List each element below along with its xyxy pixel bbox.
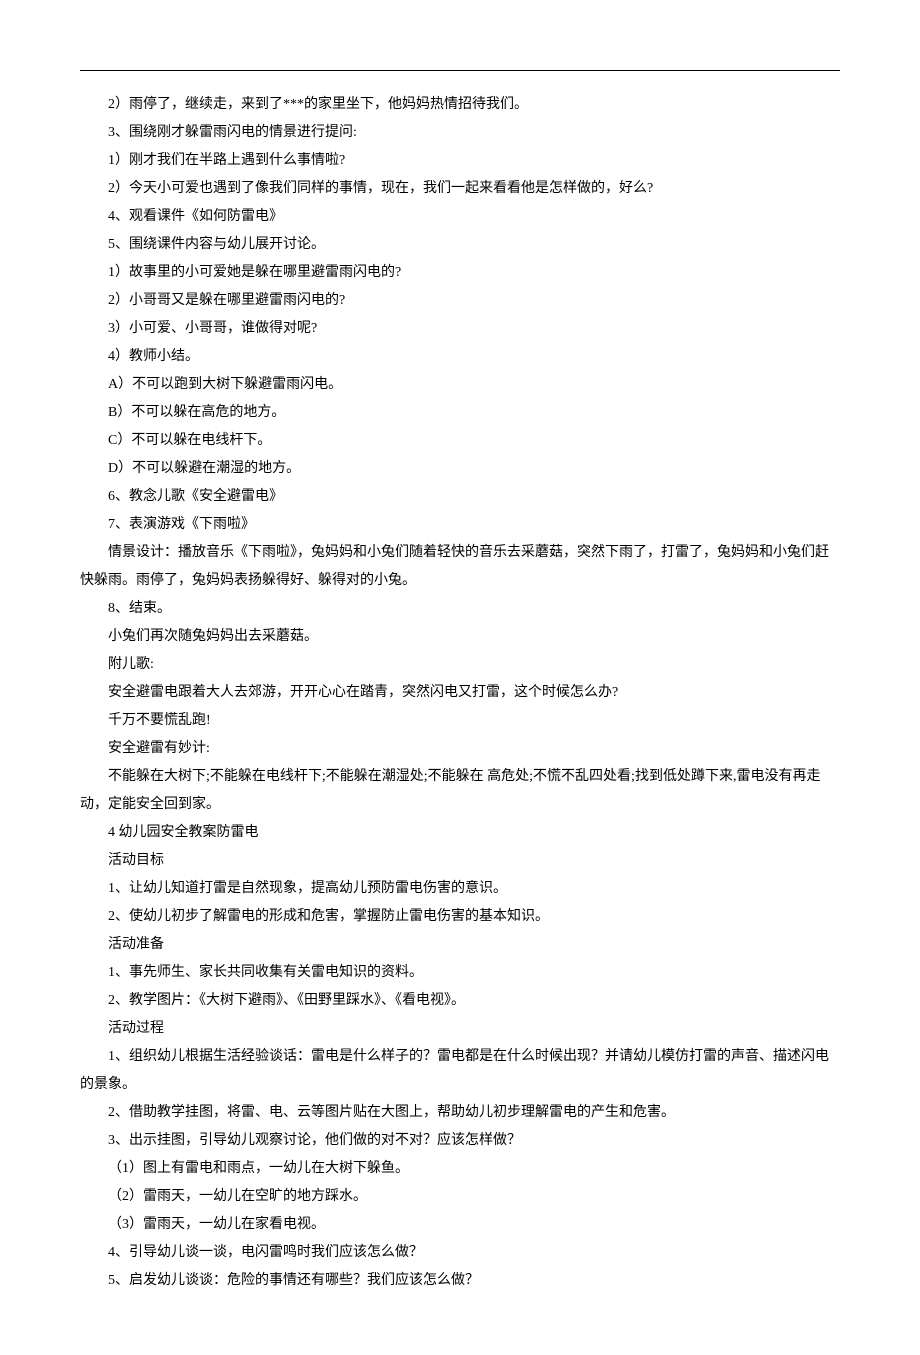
body-line: 情景设计：播放音乐《下雨啦》，兔妈妈和小兔们随着轻快的音乐去采蘑菇，突然下雨了，… (80, 539, 840, 595)
body-line: 1、组织幼儿根据生活经验谈话：雷电是什么样子的？雷电都是在什么时候出现？并请幼儿… (80, 1043, 840, 1099)
body-line: 2、教学图片：《大树下避雨》、《田野里踩水》、《看电视》。 (80, 987, 840, 1015)
body-line: A）不可以跑到大树下躲避雷雨闪电。 (80, 371, 840, 399)
body-line: 5、围绕课件内容与幼儿展开讨论。 (80, 231, 840, 259)
body-line: B）不可以躲在高危的地方。 (80, 399, 840, 427)
body-line: 2）雨停了，继续走，来到了***的家里坐下，他妈妈热情招待我们。 (80, 91, 840, 119)
body-line: 2）小哥哥又是躲在哪里避雷雨闪电的? (80, 287, 840, 315)
body-line: 4 幼儿园安全教案防雷电 (80, 819, 840, 847)
body-line: 3）小可爱、小哥哥，谁做得对呢? (80, 315, 840, 343)
body-line: 安全避雷有妙计: (80, 735, 840, 763)
body-line: 安全避雷电跟着大人去郊游，开开心心在踏青，突然闪电又打雷，这个时候怎么办? (80, 679, 840, 707)
body-line: C）不可以躲在电线杆下。 (80, 427, 840, 455)
document-page: 2）雨停了，继续走，来到了***的家里坐下，他妈妈热情招待我们。 3、围绕刚才躲… (0, 0, 920, 1355)
body-line: 2、使幼儿初步了解雷电的形成和危害，掌握防止雷电伤害的基本知识。 (80, 903, 840, 931)
body-line: 活动目标 (80, 847, 840, 875)
header-rule (80, 70, 840, 71)
body-line: 6、教念儿歌《安全避雷电》 (80, 483, 840, 511)
body-line: 2、借助教学挂图，将雷、电、云等图片贴在大图上，帮助幼儿初步理解雷电的产生和危害… (80, 1099, 840, 1127)
body-line: 7、表演游戏《下雨啦》 (80, 511, 840, 539)
body-line: 活动准备 (80, 931, 840, 959)
body-line: 1、让幼儿知道打雷是自然现象，提高幼儿预防雷电伤害的意识。 (80, 875, 840, 903)
body-line: 4、引导幼儿谈一谈，电闪雷鸣时我们应该怎么做？ (80, 1239, 840, 1267)
body-line: 活动过程 (80, 1015, 840, 1043)
body-line: 不能躲在大树下;不能躲在电线杆下;不能躲在潮湿处;不能躲在 高危处;不慌不乱四处… (80, 763, 840, 819)
body-line: 4）教师小结。 (80, 343, 840, 371)
body-line: 8、结束。 (80, 595, 840, 623)
body-line: （1）图上有雷电和雨点，一幼儿在大树下躲鱼。 (80, 1155, 840, 1183)
body-line: 2）今天小可爱也遇到了像我们同样的事情，现在，我们一起来看看他是怎样做的，好么? (80, 175, 840, 203)
body-line: （3）雷雨天，一幼儿在家看电视。 (80, 1211, 840, 1239)
body-line: 千万不要慌乱跑! (80, 707, 840, 735)
body-line: 5、启发幼儿谈谈：危险的事情还有哪些？我们应该怎么做？ (80, 1267, 840, 1295)
body-line: （2）雷雨天，一幼儿在空旷的地方踩水。 (80, 1183, 840, 1211)
body-line: 4、观看课件《如何防雷电》 (80, 203, 840, 231)
body-line: 1）故事里的小可爱她是躲在哪里避雷雨闪电的? (80, 259, 840, 287)
body-line: 3、出示挂图，引导幼儿观察讨论，他们做的对不对？应该怎样做？ (80, 1127, 840, 1155)
body-line: 1、事先师生、家长共同收集有关雷电知识的资料。 (80, 959, 840, 987)
body-line: 附儿歌: (80, 651, 840, 679)
body-line: D）不可以躲避在潮湿的地方。 (80, 455, 840, 483)
body-line: 3、围绕刚才躲雷雨闪电的情景进行提问: (80, 119, 840, 147)
body-line: 1）刚才我们在半路上遇到什么事情啦? (80, 147, 840, 175)
body-line: 小兔们再次随兔妈妈出去采蘑菇。 (80, 623, 840, 651)
